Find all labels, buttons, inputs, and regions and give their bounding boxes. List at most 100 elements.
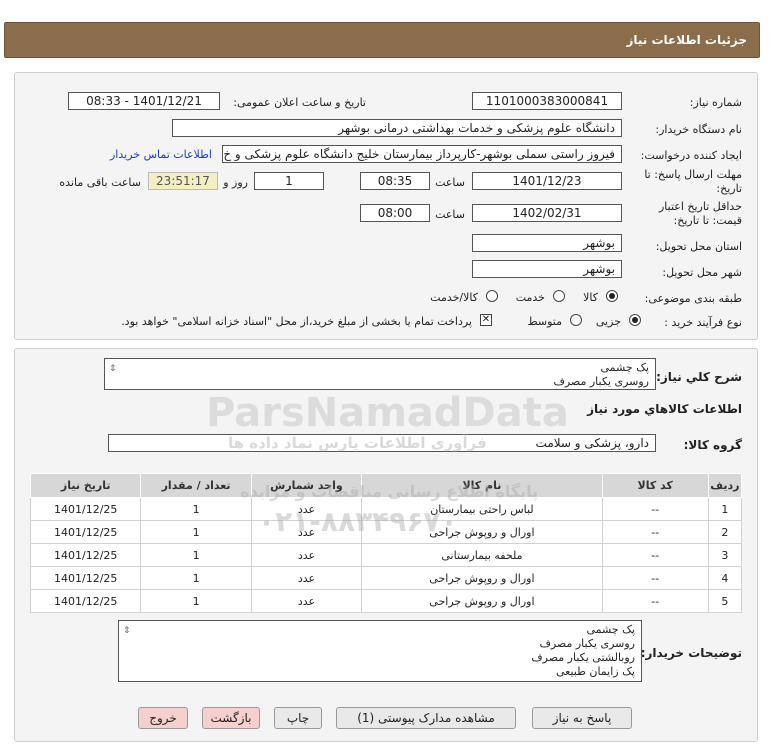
col-date: تاریخ نیاز — [29, 473, 142, 498]
print-button[interactable]: چاپ — [274, 707, 322, 729]
col-code: کد کالا — [601, 473, 709, 498]
col-qty: تعداد / مقدار — [140, 473, 252, 498]
process-option-medium: متوسط — [527, 315, 562, 328]
deadline-time-label: ساعت — [435, 176, 465, 189]
deadline-label: مهلت ارسال پاسخ: تا — [644, 168, 742, 181]
cell-unit: عدد — [250, 543, 363, 567]
cell-code: -- — [601, 589, 709, 613]
goods-group-label: گروه کالا: — [683, 438, 742, 452]
buyer-notes-line: روسری یکبار مصرف — [539, 637, 635, 650]
cell-row: 4 — [707, 566, 743, 590]
page-title: جزئیات اطلاعات نیاز — [626, 33, 747, 47]
table-row[interactable]: 1 -- لباس راحتی بیمارستان عدد 1 1401/12/… — [29, 497, 743, 521]
cell-row: 5 — [707, 589, 743, 613]
need-number-field[interactable]: 1101000383000841 — [472, 92, 622, 110]
need-number-label: شماره نیاز: — [689, 96, 742, 109]
days-label: روز و — [223, 176, 248, 189]
cell-qty: 1 — [140, 589, 252, 613]
cell-name: اورال و روپوش جراحی — [361, 566, 603, 590]
buyer-notes-box[interactable]: پک چشمی روسری یکبار مصرف روبالشتی یکبار … — [118, 620, 642, 682]
cell-qty: 1 — [140, 543, 252, 567]
announce-label: تاریخ و ساعت اعلان عمومی: — [233, 96, 366, 109]
exit-button[interactable]: خروج — [138, 707, 188, 729]
cell-name: اورال و روپوش جراحی — [361, 589, 603, 613]
table-row[interactable]: 5 -- اورال و روپوش جراحی عدد 1 1401/12/2… — [29, 589, 743, 613]
cell-code: -- — [601, 497, 709, 521]
table-row[interactable]: 3 -- ملحفه بیمارستانی عدد 1 1401/12/25 — [29, 543, 743, 567]
process-radio-medium[interactable] — [570, 314, 582, 326]
cell-unit: عدد — [250, 589, 363, 613]
validity-time-field[interactable]: 08:00 — [360, 204, 430, 222]
remaining-label: ساعت باقی مانده — [59, 176, 141, 189]
col-name: نام کالا — [361, 473, 603, 498]
announce-field[interactable]: 1401/12/21 - 08:33 — [68, 92, 220, 110]
summary-label: شرح کلي نياز: — [656, 370, 742, 384]
cell-row: 3 — [707, 543, 743, 567]
col-row: ردیف — [707, 473, 743, 498]
buyer-notes-label: توضیحات خریدار: — [640, 646, 742, 660]
validity-time-label: ساعت — [435, 208, 465, 221]
cell-unit: عدد — [250, 566, 363, 590]
col-unit: واحد شمارش — [250, 473, 363, 498]
buyer-notes-line: روبالشتی یکبار مصرف — [531, 651, 635, 664]
validity-label: حداقل تاریخ اعتبار — [658, 200, 742, 213]
cell-name: اورال و روپوش جراحی — [361, 520, 603, 544]
cell-qty: 1 — [140, 497, 252, 521]
city-field[interactable]: بوشهر — [472, 260, 622, 278]
days-field[interactable]: 1 — [254, 172, 324, 190]
deadline-date-field[interactable]: 1401/12/23 — [472, 172, 622, 190]
buyer-contact-link[interactable]: اطلاعات تماس خریدار — [110, 148, 212, 161]
cell-code: -- — [601, 543, 709, 567]
cell-date: 1401/12/25 — [29, 520, 142, 544]
goods-section-title: اطلاعات کالاهاي مورد نياز — [587, 402, 742, 416]
cell-date: 1401/12/25 — [29, 566, 142, 590]
scroll-arrows-icon[interactable]: ⇕ — [123, 624, 131, 638]
cell-date: 1401/12/25 — [29, 543, 142, 567]
cell-unit: عدد — [250, 497, 363, 521]
summary-box[interactable]: پک چشمی روسری یکبار مصرف ⇕ — [104, 358, 656, 390]
category-radio-service[interactable] — [553, 290, 565, 302]
process-radio-minor[interactable] — [629, 314, 641, 326]
category-option-service: خدمت — [515, 291, 545, 304]
deadline-label-date: تاریخ: — [716, 182, 742, 195]
category-option-goods: کالا — [583, 291, 598, 304]
table-row[interactable]: 4 -- اورال و روپوش جراحی عدد 1 1401/12/2… — [29, 566, 743, 590]
buyer-notes-line: پک چشمی — [586, 623, 635, 636]
buyer-org-field[interactable]: دانشگاه علوم پزشکی و خدمات بهداشتی درمان… — [172, 119, 622, 137]
table-row[interactable]: 2 -- اورال و روپوش جراحی عدد 1 1401/12/2… — [29, 520, 743, 544]
payment-note: پرداخت تمام یا بخشی از مبلغ خرید،از محل … — [121, 315, 472, 328]
cell-code: -- — [601, 566, 709, 590]
process-option-minor: جزیی — [595, 315, 621, 328]
cell-code: -- — [601, 520, 709, 544]
scroll-arrows-icon[interactable]: ⇕ — [109, 362, 117, 376]
goods-group-field[interactable]: دارو، پزشکی و سلامت — [108, 434, 656, 452]
deadline-time-field[interactable]: 08:35 — [360, 172, 430, 190]
cell-unit: عدد — [250, 520, 363, 544]
treasury-checkbox[interactable]: ✕ — [480, 314, 492, 326]
buyer-org-label: نام دستگاه خریدار: — [655, 123, 742, 136]
province-field[interactable]: بوشهر — [472, 234, 622, 252]
items-table: ردیف کد کالا نام کالا واحد شمارش تعداد /… — [29, 473, 743, 613]
buyer-notes-line: پک زایمان طبیعی — [556, 665, 635, 678]
view-docs-button[interactable]: مشاهده مدارک پیوستی (1) — [336, 707, 516, 729]
category-option-goods-service: کالا/خدمت — [430, 291, 478, 304]
category-radio-goods[interactable] — [606, 290, 618, 302]
city-label: شهر محل تحویل: — [662, 266, 742, 279]
reply-button[interactable]: پاسخ به نیاز — [532, 707, 632, 729]
cell-name: ملحفه بیمارستانی — [361, 543, 603, 567]
validity-date-field[interactable]: 1402/02/31 — [472, 204, 622, 222]
category-radio-goods-service[interactable] — [486, 290, 498, 302]
cell-qty: 1 — [140, 520, 252, 544]
province-label: استان محل تحویل: — [655, 240, 742, 253]
cell-qty: 1 — [140, 566, 252, 590]
validity-label-date: قیمت: تا تاریخ: — [673, 214, 742, 227]
cell-date: 1401/12/25 — [29, 589, 142, 613]
cell-date: 1401/12/25 — [29, 497, 142, 521]
process-label: نوع فرآیند خرید : — [664, 316, 742, 329]
cell-name: لباس راحتی بیمارستان — [361, 497, 603, 521]
page-header: جزئیات اطلاعات نیاز — [4, 22, 760, 58]
category-label: طبقه بندی موضوعی: — [644, 292, 742, 305]
creator-field[interactable]: فیروز راستی سملی بوشهر-کارپرداز بیمارستا… — [222, 145, 622, 163]
back-button[interactable]: بازگشت — [202, 707, 260, 729]
summary-line: پک چشمی — [600, 361, 649, 374]
